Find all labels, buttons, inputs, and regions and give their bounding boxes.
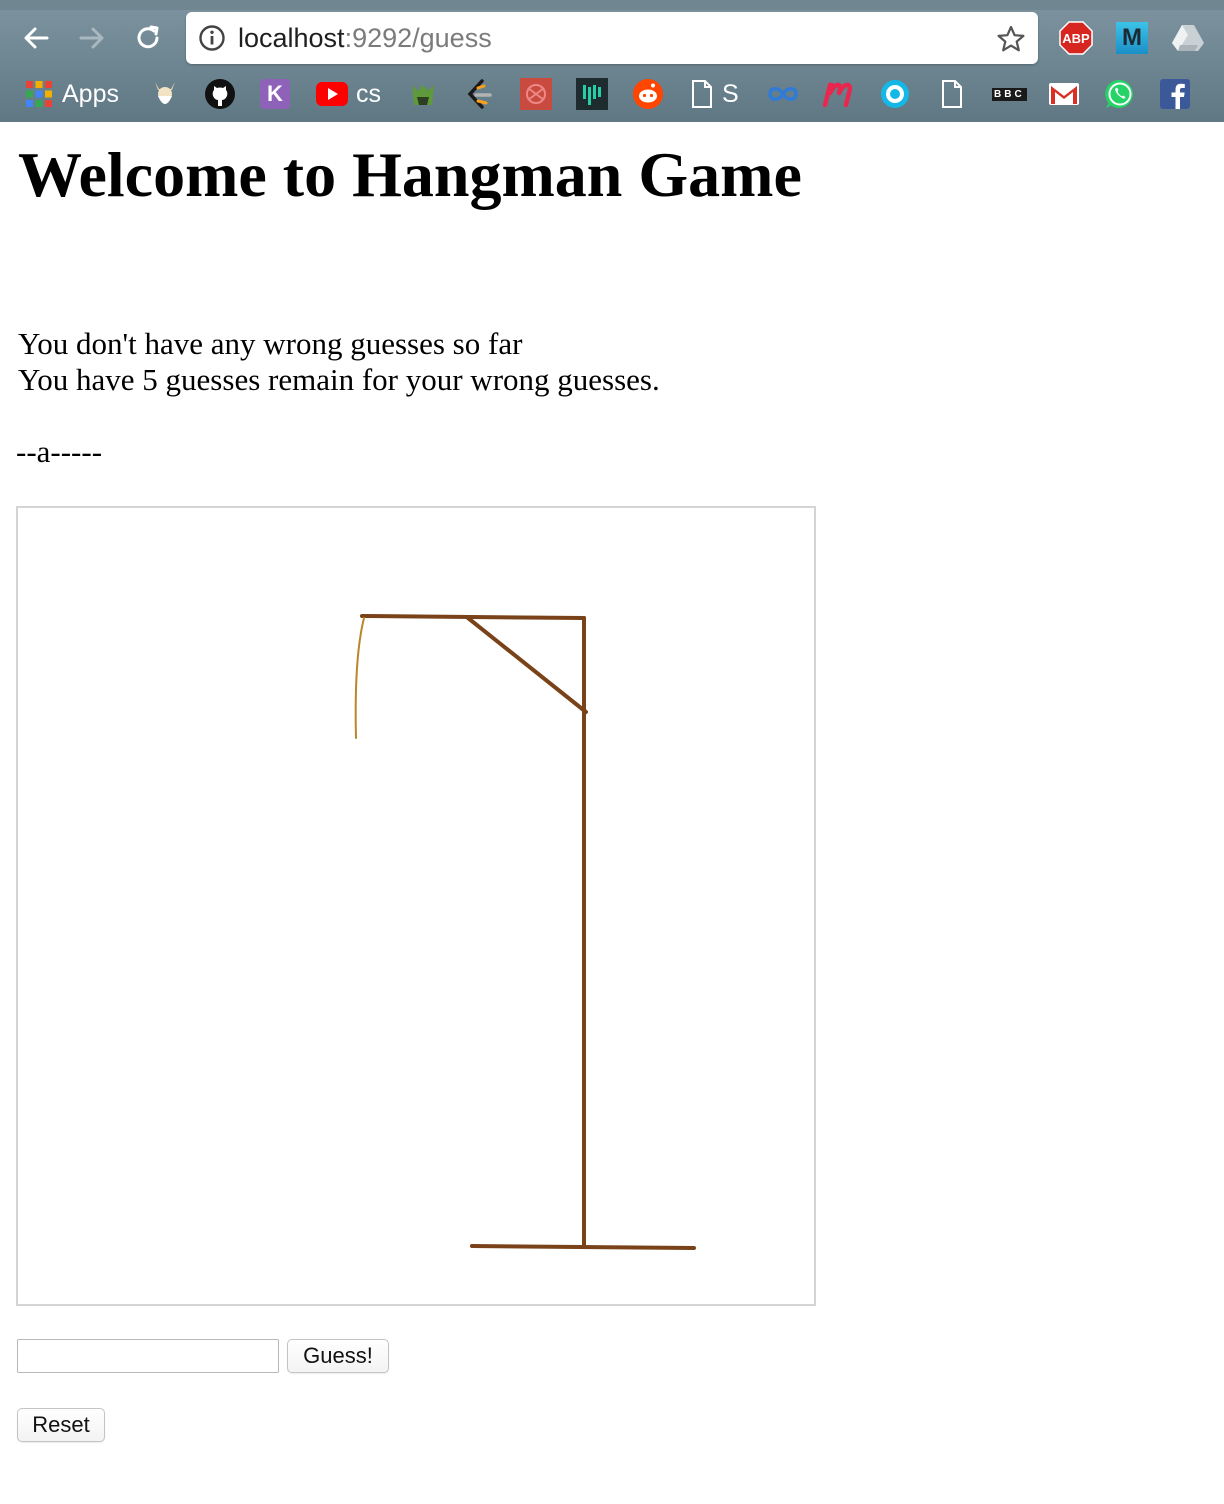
bookmark-k[interactable]: K bbox=[260, 76, 290, 112]
back-arrow-icon bbox=[24, 27, 49, 49]
bookmark-m-red[interactable] bbox=[822, 76, 858, 112]
bookmarks-bar: Apps K cs S BBC bbox=[0, 70, 1224, 118]
bookmark-s-label: S bbox=[722, 79, 739, 108]
wrong-guesses-text: You don't have any wrong guesses so far bbox=[18, 326, 523, 361]
bookmark-document[interactable] bbox=[940, 76, 964, 112]
document-icon bbox=[692, 80, 712, 108]
gallows-brace bbox=[466, 616, 588, 714]
bookmark-cs-label: cs bbox=[356, 79, 381, 108]
hangman-drawing bbox=[354, 614, 696, 1250]
bookmark-whatsapp[interactable] bbox=[1104, 76, 1136, 112]
google-drive-icon bbox=[1172, 25, 1204, 51]
red-m-icon bbox=[822, 82, 853, 108]
bookmark-facebook[interactable] bbox=[1160, 76, 1190, 112]
youtube-icon bbox=[316, 82, 348, 106]
cyan-ring-icon bbox=[881, 80, 909, 108]
reset-button[interactable]: Reset bbox=[17, 1408, 105, 1442]
bookmark-bbc[interactable]: BBC bbox=[992, 76, 1027, 112]
forward-arrow-icon bbox=[79, 27, 104, 49]
address-bar[interactable]: localhost:9292/guess bbox=[186, 12, 1038, 64]
page-title: Welcome to Hangman Game bbox=[18, 139, 802, 210]
site-info-button[interactable] bbox=[198, 24, 226, 52]
bookmark-circle[interactable] bbox=[878, 76, 912, 112]
forward-button[interactable] bbox=[72, 18, 112, 58]
url-host: localhost bbox=[238, 23, 345, 53]
bookmark-red-square[interactable] bbox=[520, 76, 552, 112]
reddit-icon bbox=[633, 79, 663, 109]
browser-chrome: localhost:9292/guess ABP M Apps K cs S B… bbox=[0, 0, 1224, 122]
guess-input[interactable] bbox=[17, 1339, 279, 1373]
reload-icon bbox=[137, 25, 159, 49]
bookmark-leetcode[interactable] bbox=[464, 76, 494, 112]
url-text[interactable]: localhost:9292/guess bbox=[238, 22, 492, 54]
url-path: :9292/guess bbox=[344, 23, 492, 53]
reload-button[interactable] bbox=[128, 18, 168, 58]
star-icon bbox=[997, 25, 1025, 52]
adblock-extension[interactable]: ABP bbox=[1058, 20, 1094, 56]
bookmark-green[interactable] bbox=[408, 76, 438, 112]
bookmark-infinity[interactable] bbox=[766, 76, 800, 112]
bookmark-cs[interactable]: cs bbox=[316, 76, 381, 112]
word-progress: --a----- bbox=[16, 434, 103, 469]
bookmark-apps-label: Apps bbox=[62, 79, 119, 108]
whatsapp-icon bbox=[1105, 79, 1133, 108]
drive-extension[interactable] bbox=[1170, 20, 1206, 56]
bbc-icon: BBC bbox=[992, 87, 1027, 101]
m-extension-icon: M bbox=[1116, 22, 1148, 54]
bookmark-reddit[interactable] bbox=[632, 76, 664, 112]
apps-grid-icon bbox=[26, 81, 52, 107]
tab-strip bbox=[0, 0, 1224, 10]
audio-bars-icon bbox=[576, 78, 608, 110]
bookmark-gmail[interactable] bbox=[1048, 76, 1080, 112]
hangman-canvas bbox=[16, 506, 816, 1306]
adblock-label: ABP bbox=[1062, 30, 1090, 46]
bookmark-s[interactable]: S bbox=[690, 76, 739, 112]
bookmark-star-button[interactable] bbox=[994, 22, 1028, 56]
red-spiral-icon bbox=[520, 78, 552, 110]
green-mask-icon bbox=[412, 85, 434, 105]
m-extension[interactable]: M bbox=[1114, 20, 1150, 56]
gallows-beam bbox=[360, 614, 586, 620]
github-icon bbox=[205, 79, 235, 109]
bookmark-bars[interactable] bbox=[576, 76, 608, 112]
bbc-label: BBC bbox=[992, 87, 1027, 101]
bookmark-apps[interactable]: Apps bbox=[24, 76, 119, 112]
back-button[interactable] bbox=[16, 18, 56, 58]
gmail-icon bbox=[1049, 83, 1079, 105]
bookmark-github[interactable] bbox=[204, 76, 236, 112]
bookmark-viking[interactable] bbox=[150, 76, 180, 112]
k-icon: K bbox=[260, 79, 290, 109]
m-extension-label: M bbox=[1122, 24, 1142, 51]
remaining-guesses-text: You have 5 guesses remain for your wrong… bbox=[18, 362, 660, 397]
leetcode-icon bbox=[467, 79, 492, 109]
info-icon bbox=[199, 25, 225, 51]
facebook-icon bbox=[1160, 79, 1190, 109]
viking-icon bbox=[155, 82, 175, 104]
document-icon bbox=[942, 80, 962, 108]
guess-button[interactable]: Guess! bbox=[287, 1339, 389, 1373]
infinity-icon bbox=[768, 87, 798, 101]
rope bbox=[354, 617, 365, 739]
